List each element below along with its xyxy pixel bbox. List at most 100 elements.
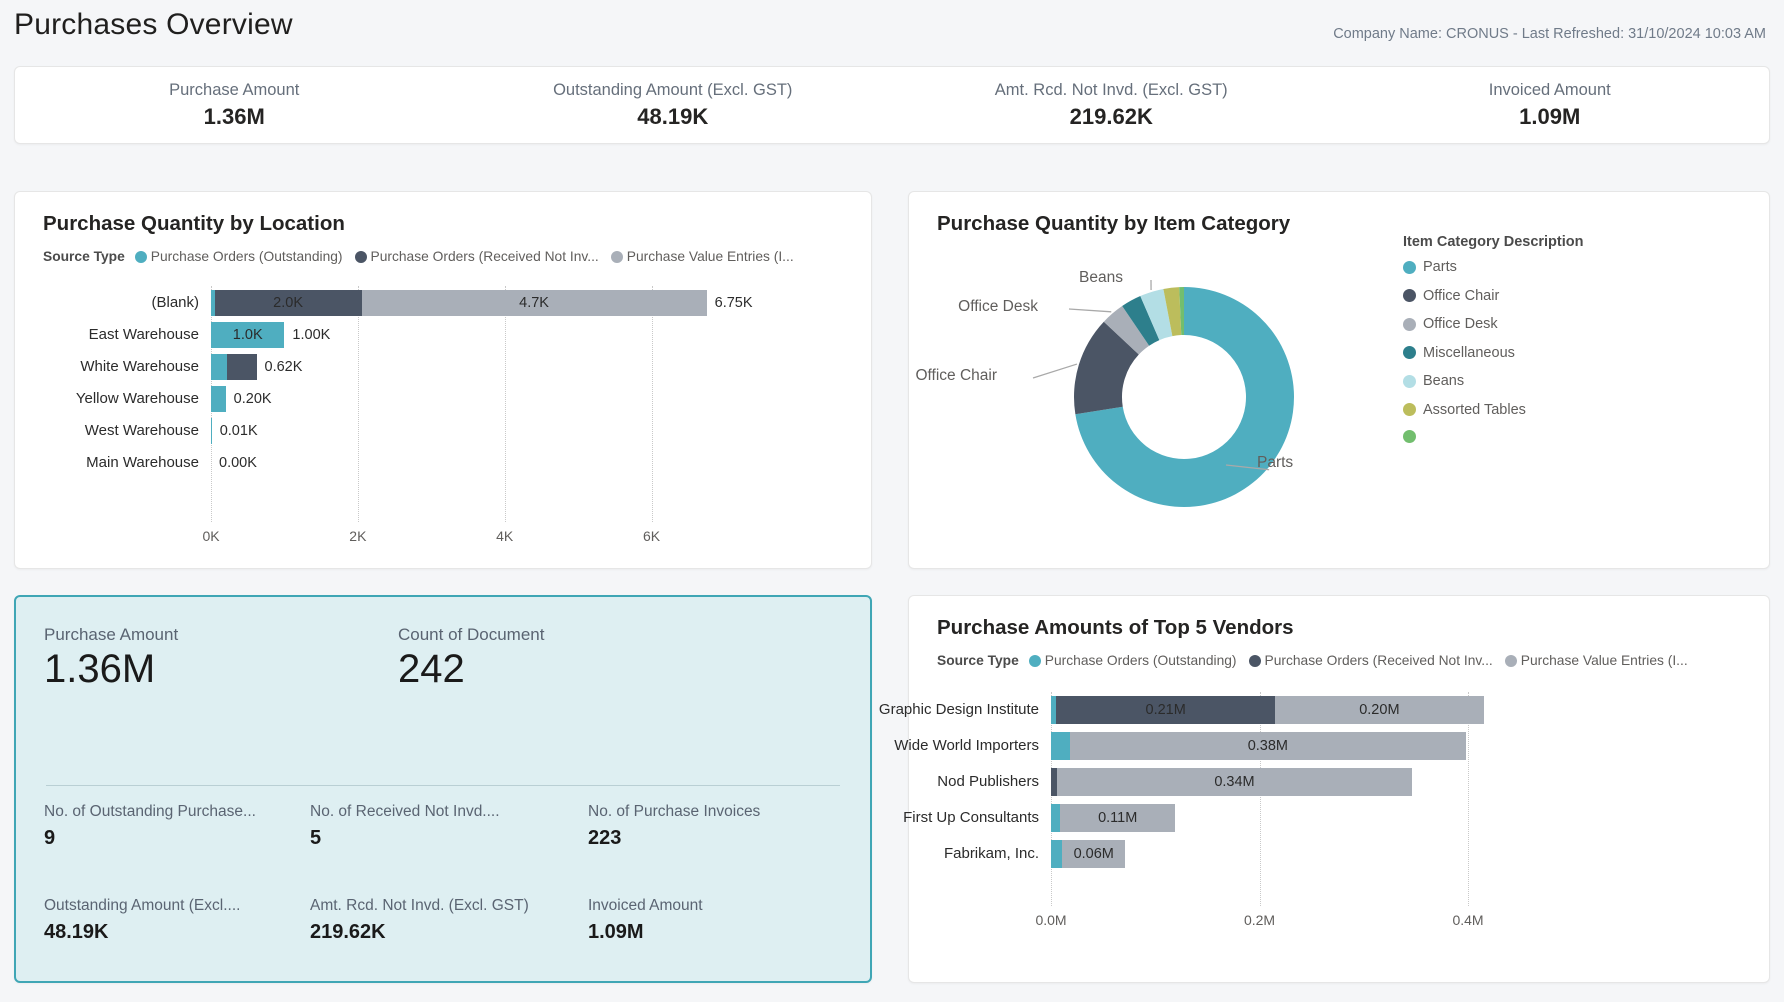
bar-category-label: West Warehouse bbox=[85, 421, 199, 441]
legend-item-label: Purchase Orders (Received Not Inv... bbox=[1265, 653, 1493, 668]
item-category-legend-item[interactable]: Miscellaneous bbox=[1403, 345, 1584, 361]
legend-title: Source Type bbox=[43, 249, 125, 264]
bar-segment[interactable] bbox=[227, 354, 256, 380]
x-axis-tick: 0K bbox=[171, 528, 251, 544]
dashboard-header: Purchases Overview Company Name: CRONUS … bbox=[0, 0, 1784, 62]
bar-total-label: 0.62K bbox=[265, 357, 303, 377]
detail-metric-label: No. of Purchase Invoices bbox=[588, 803, 838, 821]
bar-segment-label: 0.34M bbox=[1214, 774, 1254, 790]
legend-color-dot-icon bbox=[1403, 430, 1416, 443]
item-category-legend-items[interactable]: Parts Office Chair Office Desk Miscellan… bbox=[1403, 259, 1584, 443]
bar-category-label: Wide World Importers bbox=[894, 736, 1039, 756]
legend-color-dot-icon bbox=[355, 251, 367, 263]
bar-segment[interactable] bbox=[1051, 804, 1060, 832]
bar-track bbox=[211, 418, 212, 444]
kpi-label: Invoiced Amount bbox=[1331, 80, 1770, 101]
item-category-legend-item[interactable]: Assorted Tables bbox=[1403, 402, 1584, 418]
bar-category-label: Main Warehouse bbox=[86, 453, 199, 473]
bar-category-label: Graphic Design Institute bbox=[879, 700, 1039, 720]
bar-track bbox=[211, 354, 257, 380]
legend-color-dot-icon bbox=[611, 251, 623, 263]
bar-segment[interactable]: 0.11M bbox=[1060, 804, 1175, 832]
bar-segment[interactable] bbox=[1051, 840, 1062, 868]
source-type-legend-location[interactable]: Source Type Purchase Orders (Outstanding… bbox=[43, 249, 806, 264]
gridline bbox=[358, 286, 359, 522]
bar-segment-label: 0.38M bbox=[1248, 738, 1288, 754]
chart-card-purchase-quantity-by-item-category[interactable]: Purchase Quantity by Item Category Parts… bbox=[908, 191, 1770, 569]
bar-category-label: Nod Publishers bbox=[937, 772, 1039, 792]
donut-callout-label: Parts bbox=[1257, 454, 1293, 472]
x-axis-tick: 2K bbox=[318, 528, 398, 544]
legend-color-dot-icon bbox=[1403, 261, 1416, 274]
donut-leader-line bbox=[1033, 364, 1077, 378]
kpi-value: 48.19K bbox=[454, 104, 893, 130]
item-category-legend-item[interactable]: Parts bbox=[1403, 259, 1584, 275]
company-refresh-info: Company Name: CRONUS - Last Refreshed: 3… bbox=[1333, 26, 1766, 42]
detail-secondary-metric: No. of Purchase Invoices 223 bbox=[588, 803, 838, 850]
legend-color-dot-icon bbox=[1249, 655, 1261, 667]
chart-card-purchase-quantity-by-location[interactable]: Purchase Quantity by Location Source Typ… bbox=[14, 191, 872, 569]
legend-item[interactable]: Purchase Orders (Outstanding) bbox=[1029, 653, 1237, 668]
plot-area-location: (Blank)2.0K4.7K6.75KEast Warehouse1.0K1.… bbox=[15, 280, 873, 570]
legend-color-dot-icon bbox=[1029, 655, 1041, 667]
item-category-legend-label: Office Desk bbox=[1423, 316, 1498, 332]
kpi-label: Amt. Rcd. Not Invd. (Excl. GST) bbox=[892, 80, 1331, 101]
item-category-legend-label: Miscellaneous bbox=[1423, 345, 1515, 361]
bar-track: 0.11M bbox=[1051, 804, 1175, 832]
bar-total-label: 6.75K bbox=[715, 293, 753, 313]
bar-total-label: 1.00K bbox=[292, 325, 330, 345]
bar-segment[interactable]: 2.0K bbox=[215, 290, 362, 316]
purchase-detail-kpi-card[interactable]: Purchase Amount 1.36M Count of Document … bbox=[14, 595, 872, 983]
bar-segment[interactable] bbox=[1051, 732, 1070, 760]
detail-metric-value: 242 bbox=[398, 647, 544, 691]
detail-metric-value: 223 bbox=[588, 827, 838, 850]
detail-metric-label: No. of Received Not Invd.... bbox=[310, 803, 560, 821]
bar-total-label: 0.01K bbox=[220, 421, 258, 441]
donut-chart-item-category[interactable]: Parts Office Chair Office Desk Beans bbox=[909, 192, 1771, 570]
detail-metric-label: Amt. Rcd. Not Invd. (Excl. GST) bbox=[310, 897, 572, 915]
detail-metric-label: Outstanding Amount (Excl.... bbox=[44, 897, 306, 915]
bar-segment[interactable] bbox=[211, 418, 212, 444]
legend-color-dot-icon bbox=[1403, 318, 1416, 331]
bar-track bbox=[211, 386, 226, 412]
legend-item[interactable]: Purchase Value Entries (I... bbox=[611, 249, 794, 264]
bar-track: 0.06M bbox=[1051, 840, 1125, 868]
kpi-value: 219.62K bbox=[892, 104, 1331, 130]
item-category-legend-item[interactable]: Beans bbox=[1403, 373, 1584, 389]
legend-item[interactable]: Purchase Value Entries (I... bbox=[1505, 653, 1688, 668]
bar-segment[interactable] bbox=[211, 386, 226, 412]
chart-card-purchase-amounts-top-5-vendors[interactable]: Purchase Amounts of Top 5 Vendors Source… bbox=[908, 595, 1770, 983]
kpi-label: Outstanding Amount (Excl. GST) bbox=[454, 80, 893, 101]
legend-item[interactable]: Purchase Orders (Received Not Inv... bbox=[1249, 653, 1493, 668]
bar-category-label: Fabrikam, Inc. bbox=[944, 844, 1039, 864]
bar-segment[interactable]: 0.21M bbox=[1056, 696, 1275, 724]
bar-segment[interactable]: 1.0K bbox=[211, 322, 284, 348]
detail-metric-value: 9 bbox=[44, 827, 294, 850]
bar-segment-label: 4.7K bbox=[519, 295, 549, 311]
legend-item-label: Purchase Value Entries (I... bbox=[627, 249, 794, 264]
legend-item[interactable]: Purchase Orders (Received Not Inv... bbox=[355, 249, 599, 264]
kpi-value: 1.09M bbox=[1331, 104, 1770, 130]
item-category-legend[interactable]: Item Category Description Parts Office C… bbox=[1403, 234, 1584, 456]
bar-segment-label: 0.11M bbox=[1098, 810, 1137, 826]
detail-metric-label: No. of Outstanding Purchase... bbox=[44, 803, 294, 821]
x-axis-tick: 0.2M bbox=[1220, 912, 1300, 928]
bar-track: 0.21M0.20M bbox=[1051, 696, 1484, 724]
x-axis-tick: 0.0M bbox=[1011, 912, 1091, 928]
legend-item[interactable]: Purchase Orders (Outstanding) bbox=[135, 249, 343, 264]
source-type-legend-vendors[interactable]: Source Type Purchase Orders (Outstanding… bbox=[937, 653, 1700, 668]
bar-segment[interactable]: 0.38M bbox=[1070, 732, 1466, 760]
bar-segment[interactable]: 0.20M bbox=[1275, 696, 1484, 724]
donut-callout-label: Office Desk bbox=[958, 298, 1038, 316]
bar-segment[interactable] bbox=[211, 354, 227, 380]
detail-metric-value: 5 bbox=[310, 827, 560, 850]
item-category-legend-label: Parts bbox=[1423, 259, 1457, 275]
bar-segment[interactable]: 0.06M bbox=[1062, 840, 1125, 868]
chart-title-vendors: Purchase Amounts of Top 5 Vendors bbox=[937, 616, 1294, 640]
kpi-cell: Outstanding Amount (Excl. GST) 48.19K bbox=[454, 80, 893, 130]
item-category-legend-item[interactable]: Office Desk bbox=[1403, 316, 1584, 332]
bar-segment[interactable]: 4.7K bbox=[362, 290, 707, 316]
item-category-legend-item[interactable] bbox=[1403, 430, 1584, 443]
bar-segment[interactable]: 0.34M bbox=[1057, 768, 1411, 796]
item-category-legend-item[interactable]: Office Chair bbox=[1403, 288, 1584, 304]
